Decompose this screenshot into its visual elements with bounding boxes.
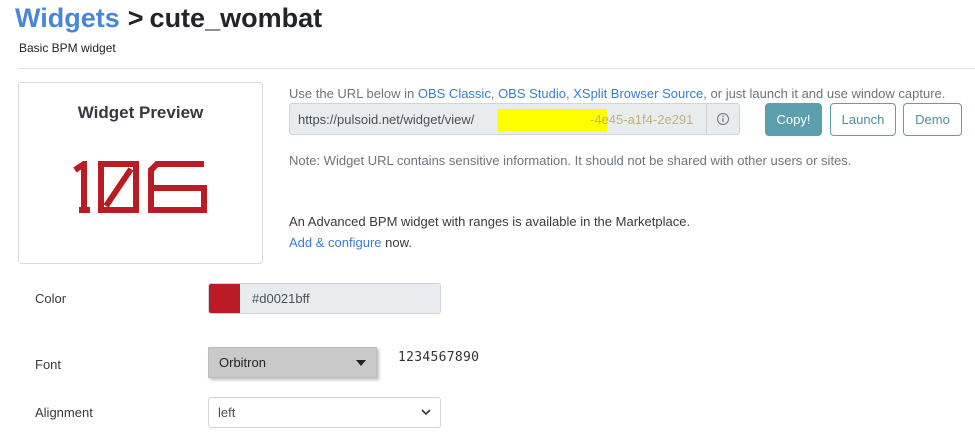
obs-studio-link[interactable]: OBS Studio xyxy=(498,86,566,101)
alignment-select-value: left xyxy=(218,405,236,420)
bpm-value-svg xyxy=(73,161,207,213)
font-sample-svg: 1234567890 xyxy=(398,350,479,365)
advanced-suffix: now. xyxy=(381,235,412,250)
font-sample-text: 1234567890 xyxy=(398,350,479,363)
obs-classic-link[interactable]: OBS Classic xyxy=(418,86,491,101)
xsplit-link[interactable]: XSplit Browser Source xyxy=(573,86,703,101)
copy-button[interactable]: Copy! xyxy=(765,103,822,136)
instructions-text: Use the URL below in xyxy=(289,86,418,101)
bpm-display xyxy=(71,161,211,213)
divider xyxy=(18,68,975,69)
color-picker[interactable]: #d0021bff xyxy=(208,283,441,314)
sensitive-info-note: Note: Widget URL contains sensitive info… xyxy=(289,153,852,168)
alignment-label: Alignment xyxy=(35,405,93,420)
alignment-select[interactable]: left xyxy=(208,397,441,428)
advanced-widget-line: Add & configure now. xyxy=(289,235,412,250)
widget-preview-title: Widget Preview xyxy=(77,103,204,122)
font-select[interactable]: Orbitron xyxy=(208,347,377,378)
font-sample: 1234567890 xyxy=(398,349,502,368)
breadcrumb-widgets-link[interactable]: Widgets xyxy=(15,3,120,33)
chevron-down-icon xyxy=(421,409,431,416)
launch-button[interactable]: Launch xyxy=(830,103,896,136)
instructions-separator: , xyxy=(490,86,499,101)
widget-url-group: https://pulsoid.net/widget/view/ -4e45-a… xyxy=(289,103,740,135)
demo-button[interactable]: Demo xyxy=(903,103,962,136)
color-swatch[interactable] xyxy=(209,284,240,313)
url-instructions: Use the URL below in OBS Classic, OBS St… xyxy=(289,86,945,101)
color-label: Color xyxy=(35,291,67,306)
widget-preview-card: Widget Preview xyxy=(18,82,263,264)
caret-down-icon xyxy=(356,359,366,366)
breadcrumb-current: cute_wombat xyxy=(149,3,323,33)
page-subtitle: Basic BPM widget xyxy=(19,41,116,55)
info-circle-icon[interactable] xyxy=(706,103,740,135)
color-value-field[interactable]: #d0021bff xyxy=(240,284,440,313)
add-configure-link[interactable]: Add & configure xyxy=(289,235,382,250)
widget-url-field[interactable]: https://pulsoid.net/widget/view/ -4e45-a… xyxy=(289,103,706,135)
font-select-value: Orbitron xyxy=(219,355,266,370)
widget-url-text: https://pulsoid.net/widget/view/ xyxy=(298,111,475,127)
advanced-widget-text: An Advanced BPM widget with ranges is av… xyxy=(289,214,691,229)
breadcrumb: Widgets > cute_wombat xyxy=(15,3,322,34)
font-label: Font xyxy=(35,357,62,372)
widget-url-tail: -4e45-a1f4-2e291 xyxy=(590,112,694,127)
breadcrumb-separator: > xyxy=(127,3,144,33)
instructions-suffix: , or just launch it and use window captu… xyxy=(703,86,946,101)
